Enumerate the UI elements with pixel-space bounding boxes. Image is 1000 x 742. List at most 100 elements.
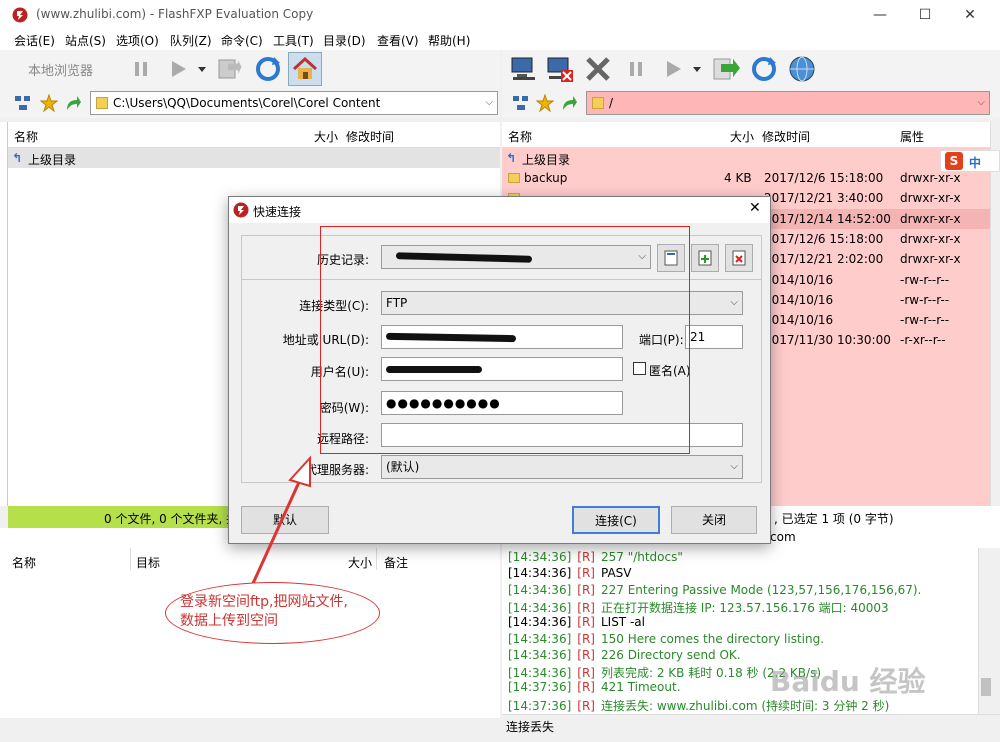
port-input[interactable]: 21 [685,325,743,349]
menu-session[interactable]: 会话(E) [14,32,55,49]
conn-type-chevron-icon[interactable]: ⌵ [730,292,738,314]
log-msg: 226 Directory send OK. [600,647,741,662]
log-scroll-thumb[interactable] [981,678,991,696]
remote-up-directory-icon[interactable] [560,94,578,112]
remote-parent-row[interactable]: ↰ 上级目录 [502,148,990,168]
history-add-icon[interactable] [691,244,719,272]
connect-icon[interactable] [508,53,540,85]
queue-col-size[interactable]: 大小 [348,554,372,571]
globe-icon[interactable] [786,53,818,85]
menu-view[interactable]: 查看(V) [377,32,419,49]
dialog-close-button[interactable]: 关闭 [671,506,757,534]
favorites-star-icon[interactable] [40,94,58,112]
log-line: [14:34:36] [R] LIST -al [508,615,651,629]
pause-icon[interactable] [125,53,157,85]
log-line: [14:34:36] [R] 227 Entering Passive Mode (… [508,583,927,597]
remote-cell-attr: -rw-r--r-- [900,272,950,287]
parent-arrow-icon: ↰ [12,151,23,165]
log-msg: 150 Here comes the directory listing. [600,631,825,646]
up-directory-icon[interactable] [64,94,82,112]
remote-refresh-icon[interactable] [748,53,780,85]
remote-toolbar [502,50,1000,88]
abort-icon[interactable] [582,53,614,85]
local-column-headers: 名称 大小 修改时间 [8,122,500,148]
remote-cell-time: 2017/12/21 2:02:00 [764,252,884,267]
remote-address-bar: / ⌵ [502,88,1000,118]
home-icon[interactable] [288,52,322,86]
remote-cell-attr: drwxr-xr-x [900,191,961,206]
annotation-line-1: 登录新空间ftp,把网站文件, [180,594,348,610]
remote-transfer-icon[interactable] [710,53,742,85]
play-dropdown-icon[interactable] [192,53,212,85]
log-tag: [R] [577,698,595,713]
proxy-chevron-icon[interactable]: ⌵ [730,456,738,478]
log-time: [14:34:36] [508,582,572,597]
remote-status-text-2: com [770,530,796,544]
log-msg: LIST -al [600,615,645,630]
menu-queue[interactable]: 队列(Z) [170,32,212,49]
queue-col-name[interactable]: 名称 [12,554,36,571]
connect-button[interactable]: 连接(C) [572,506,660,534]
play-icon[interactable] [162,53,194,85]
col-size[interactable]: 大小 [314,128,338,145]
remote-favorites-star-icon[interactable] [536,94,554,112]
menu-sites[interactable]: 站点(S) [65,32,106,49]
log-time: [14:37:36] [508,698,572,713]
remote-pause-icon[interactable] [620,53,652,85]
remote-col-size[interactable]: 大小 [730,128,754,145]
queue-col-note[interactable]: 备注 [384,554,408,571]
menu-directory[interactable]: 目录(D) [323,32,366,49]
log-scrollbar[interactable] [978,548,992,714]
remote-col-attr[interactable]: 属性 [900,128,924,145]
remote-sitemap-icon[interactable] [512,95,530,111]
local-parent-row[interactable]: ↰ 上级目录 [8,148,500,168]
queue-col-target[interactable]: 目标 [136,554,160,571]
log-msg: PASV [600,566,632,581]
remote-parent-label: 上级目录 [522,153,571,167]
menu-tools[interactable]: 工具(T) [273,32,314,49]
remote-col-name[interactable]: 名称 [508,128,532,145]
remote-cell-attr: -rw-r--r-- [900,292,950,307]
ime-indicator[interactable]: S 中 [940,150,1000,172]
remote-scrollbar[interactable] [990,122,1000,506]
remote-path-combo[interactable]: / ⌵ [586,91,990,115]
menu-options[interactable]: 选项(O) [116,32,159,49]
menu-bar: 会话(E) 站点(S) 选项(O) 队列(Z) 命令(C) 工具(T) 目录(D… [0,30,1000,50]
folder-icon [96,97,108,109]
refresh-icon[interactable] [252,53,284,85]
annotation-line-2: 数据上传到空间 [180,613,278,629]
remote-status-text: , 已选定 1 项 (0 字节) [774,512,894,526]
remote-play-dropdown-icon[interactable] [687,53,707,85]
sitemap-icon[interactable] [14,95,32,111]
menu-help[interactable]: 帮助(H) [428,32,470,49]
log-msg: 227 Entering Passive Mode (123,57,156,17… [600,582,922,597]
maximize-button[interactable]: ☐ [905,4,945,26]
close-window-button[interactable]: ✕ [950,4,990,26]
dialog-close-icon[interactable]: ✕ [749,200,761,216]
history-delete-icon[interactable] [725,244,753,272]
remote-chevron-down-icon[interactable]: ⌵ [977,92,985,114]
remote-play-icon[interactable] [657,53,689,85]
dialog-logo-icon [233,202,249,218]
flashfxp-logo-icon [12,7,28,23]
col-name[interactable]: 名称 [14,128,38,145]
log-tag: [R] [577,615,595,630]
proxy-select[interactable]: (默认) ⌵ [381,455,743,479]
remote-cell-time: 2014/10/16 [764,292,834,307]
local-browser-label[interactable]: 本地浏览器 [28,60,93,79]
log-line: [14:34:36] [R] 150 Here comes the director… [508,632,830,646]
local-path-combo[interactable]: C:\Users\QQ\Documents\Corel\Corel Conten… [90,91,498,115]
chevron-down-icon[interactable]: ⌵ [485,92,493,114]
log-msg: 257 "/htdocs" [600,550,683,564]
log-tag: [R] [577,666,595,681]
disconnect-icon[interactable] [544,53,576,85]
annotation-callout: 登录新空间ftp,把网站文件, 数据上传到空间 [165,582,380,644]
remote-file-row[interactable]: backup 4 KB 2017/12/6 15:18:00 drwxr-xr-x [502,168,990,188]
transfer-icon[interactable] [214,53,246,85]
menu-commands[interactable]: 命令(C) [221,32,263,49]
minimize-button[interactable]: — [860,4,900,26]
remote-col-modified[interactable]: 修改时间 [762,128,810,145]
sogou-icon: S [945,152,963,170]
col-modified[interactable]: 修改时间 [346,128,394,145]
remote-cell-time: 2017/12/14 14:52:00 [764,211,891,226]
